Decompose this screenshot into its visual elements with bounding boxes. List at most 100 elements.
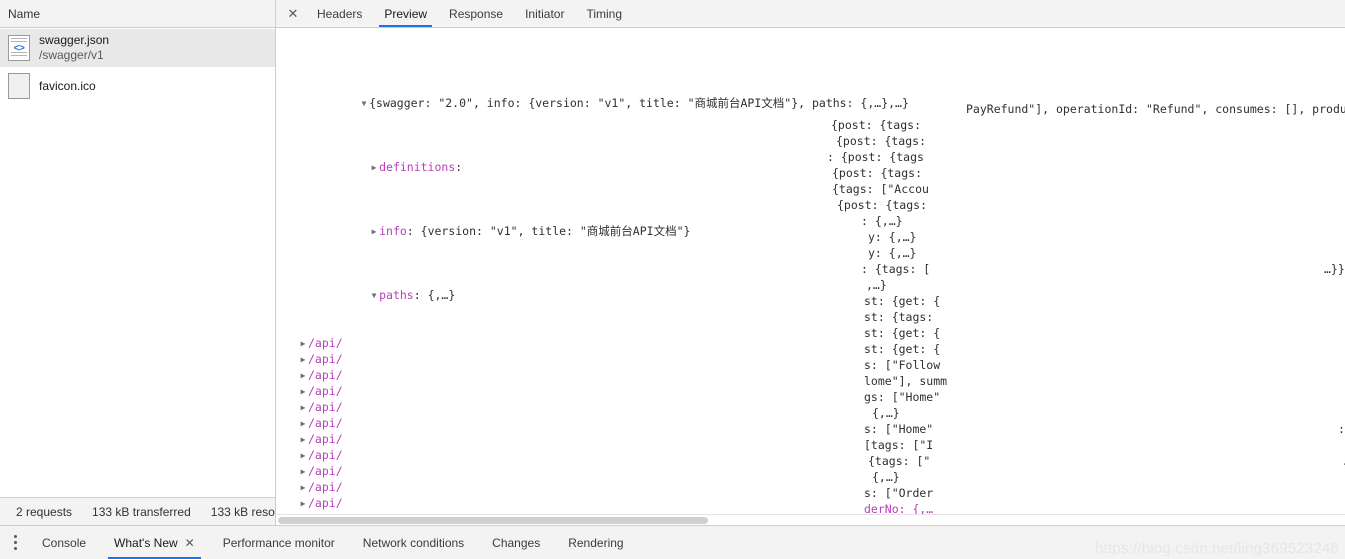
disclosure-triangle-closed-icon[interactable]: ▶ <box>298 368 308 384</box>
disclosure-triangle-closed-icon[interactable]: ▶ <box>298 480 308 496</box>
close-icon[interactable]: ✕ <box>280 0 306 27</box>
json-text-fragment: : [],…}} <box>1338 422 1345 436</box>
drawer-tabbar: Console What's New ✕ Performance monitor… <box>0 525 1345 559</box>
disclosure-triangle-closed-icon[interactable]: ▶ <box>298 384 308 400</box>
requests-column-header[interactable]: Name <box>0 0 275 28</box>
json-value-info: : {version: "v1", title: "商城前台API文档"} <box>406 224 691 238</box>
json-row-path[interactable]: ▶/api/ <box>276 383 1345 399</box>
network-panel: Name <> swagger.json /swagger/v1 favicon… <box>0 0 1345 525</box>
json-row-path[interactable]: ▶/api/ <box>276 351 1345 367</box>
json-text-fragment: s: ["Home" <box>864 422 934 436</box>
status-requests: 2 requests <box>16 504 73 519</box>
status-resources: 133 kB resourc <box>210 504 275 519</box>
json-row-path[interactable]: ▶/api/ <box>276 367 1345 383</box>
json-row-root[interactable]: ▼ {swagger: "2.0", info: {version: "v1", … <box>276 79 1345 110</box>
preview-panel[interactable]: ▼ {swagger: "2.0", info: {version: "v1", … <box>276 29 1345 525</box>
scrollbar-thumb[interactable] <box>278 517 708 524</box>
json-key-path: /api/ <box>308 448 343 462</box>
json-row-path[interactable]: ▶/api/ <box>276 479 1345 495</box>
drawer-tab-rendering[interactable]: Rendering <box>554 526 637 559</box>
json-row-path[interactable]: ▶/api/ <box>276 463 1345 479</box>
json-text-fragment: {post: {tags: <box>831 118 922 132</box>
json-row-path[interactable]: ▶/api/ <box>276 447 1345 463</box>
json-text-fragment: st: {tags: <box>864 310 934 324</box>
json-path-rows: ▶/api/▶/api/▶/api/▶/api/▶/api/▶/api/▶/ap… <box>276 335 1345 525</box>
drawer-tab-label: Network conditions <box>362 535 465 550</box>
tab-preview[interactable]: Preview <box>373 0 438 27</box>
drawer-tab-network-conditions[interactable]: Network conditions <box>349 526 478 559</box>
disclosure-triangle-closed-icon[interactable]: ▶ <box>298 400 308 416</box>
horizontal-scrollbar[interactable] <box>276 514 1345 525</box>
json-row-definitions[interactable]: ▶ definitions: <box>276 143 1345 174</box>
json-value-definitions: : <box>455 160 463 174</box>
more-options-icon[interactable] <box>2 526 28 559</box>
json-text-fragment: …}} <box>1324 262 1345 276</box>
json-row-path[interactable]: ▶/api/ <box>276 399 1345 415</box>
status-transferred: 133 kB transferred <box>92 504 191 519</box>
json-text-fragment: s: ["Order <box>864 486 934 500</box>
disclosure-triangle-closed-icon[interactable]: ▶ <box>298 448 308 464</box>
json-text-fragment: y: {,…} <box>868 230 917 244</box>
json-row-paths[interactable]: ▼ paths: {,…} <box>276 271 1345 302</box>
disclosure-triangle-closed-icon[interactable]: ▶ <box>298 432 308 448</box>
list-item[interactable]: favicon.ico <box>0 67 275 105</box>
close-icon[interactable]: ✕ <box>185 537 195 549</box>
json-text-fragment: : {tags: [ <box>861 262 931 276</box>
disclosure-triangle-closed-icon[interactable]: ▶ <box>298 352 308 368</box>
list-item[interactable]: <> swagger.json /swagger/v1 <box>0 29 275 67</box>
drawer-tab-label: Changes <box>492 535 541 550</box>
json-row-path[interactable]: ▶/api/ <box>276 495 1345 511</box>
json-key-info: info <box>379 224 407 238</box>
tab-timing[interactable]: Timing <box>575 0 633 27</box>
json-text-fragment: st: {get: { <box>864 326 941 340</box>
request-label: favicon.ico <box>39 79 96 94</box>
column-header-name: Name <box>8 6 41 21</box>
json-text-fragment: : {post: {tags <box>827 150 924 164</box>
json-key-path: /api/ <box>308 496 343 510</box>
json-row-path[interactable]: ▶/api/ <box>276 335 1345 351</box>
devtools-window: Name <> swagger.json /swagger/v1 favicon… <box>0 0 1345 559</box>
tab-headers[interactable]: Headers <box>306 0 373 27</box>
json-text-fragment: st: {get: { <box>864 342 941 356</box>
disclosure-triangle-closed-icon[interactable]: ▶ <box>298 416 308 432</box>
json-text-fragment: [tags: ["I <box>864 438 934 452</box>
request-name: swagger.json <box>39 33 110 47</box>
drawer-tab-performance-monitor[interactable]: Performance monitor <box>209 526 349 559</box>
json-row-path[interactable]: ▶/api/ <box>276 431 1345 447</box>
json-text-fragment: s: ["Follow <box>864 358 941 372</box>
json-row-path[interactable]: ▶/api/ <box>276 415 1345 431</box>
request-name: favicon.ico <box>39 78 96 93</box>
disclosure-triangle-closed-icon[interactable]: ▶ <box>298 336 308 352</box>
json-row-info[interactable]: ▶ info: {version: "v1", title: "商城前台API文档… <box>276 207 1345 238</box>
drawer-tab-label: Performance monitor <box>222 535 335 550</box>
disclosure-triangle-open-icon[interactable]: ▼ <box>369 288 379 304</box>
json-text-fragment: {post: {tags: <box>836 134 927 148</box>
json-text-fragment: st: {get: { <box>864 294 941 308</box>
request-path: /swagger/v1 <box>39 48 104 62</box>
json-text-fragment: {tags: [" <box>868 454 931 468</box>
disclosure-triangle-closed-icon[interactable]: ▶ <box>369 160 379 176</box>
tab-initiator[interactable]: Initiator <box>514 0 575 27</box>
json-text-fragment: {,…} <box>872 406 900 420</box>
json-text-fragment: {post: {tags: <box>832 166 923 180</box>
disclosure-triangle-closed-icon[interactable]: ▶ <box>298 496 308 512</box>
disclosure-triangle-open-icon[interactable]: ▼ <box>359 96 369 112</box>
json-text-fragment: lome"], summ <box>864 374 948 388</box>
json-text-fragment: : {,…} <box>861 214 903 228</box>
json-text-fragment: y: {,…} <box>868 246 917 260</box>
json-key-path: /api/ <box>308 464 343 478</box>
json-value-paths: : {,…} <box>413 288 456 302</box>
disclosure-triangle-closed-icon[interactable]: ▶ <box>298 464 308 480</box>
drawer-tab-changes[interactable]: Changes <box>478 526 554 559</box>
json-key-path: /api/ <box>308 368 343 382</box>
drawer-tab-label: Rendering <box>568 535 624 550</box>
drawer-tab-whats-new[interactable]: What's New ✕ <box>100 526 209 559</box>
disclosure-triangle-closed-icon[interactable]: ▶ <box>369 224 379 240</box>
detail-tabbar: ✕ Headers Preview Response Initiator Tim… <box>276 0 1345 28</box>
json-text-fragment: PayRefund"], operationId: "Refund", cons… <box>966 102 1345 116</box>
drawer-tab-label: What's New <box>114 535 178 550</box>
tab-response[interactable]: Response <box>438 0 514 27</box>
json-root-value: {swagger: "2.0", info: {version: "v1", t… <box>369 96 909 110</box>
json-key-path: /api/ <box>308 336 343 350</box>
drawer-tab-console[interactable]: Console <box>28 526 100 559</box>
